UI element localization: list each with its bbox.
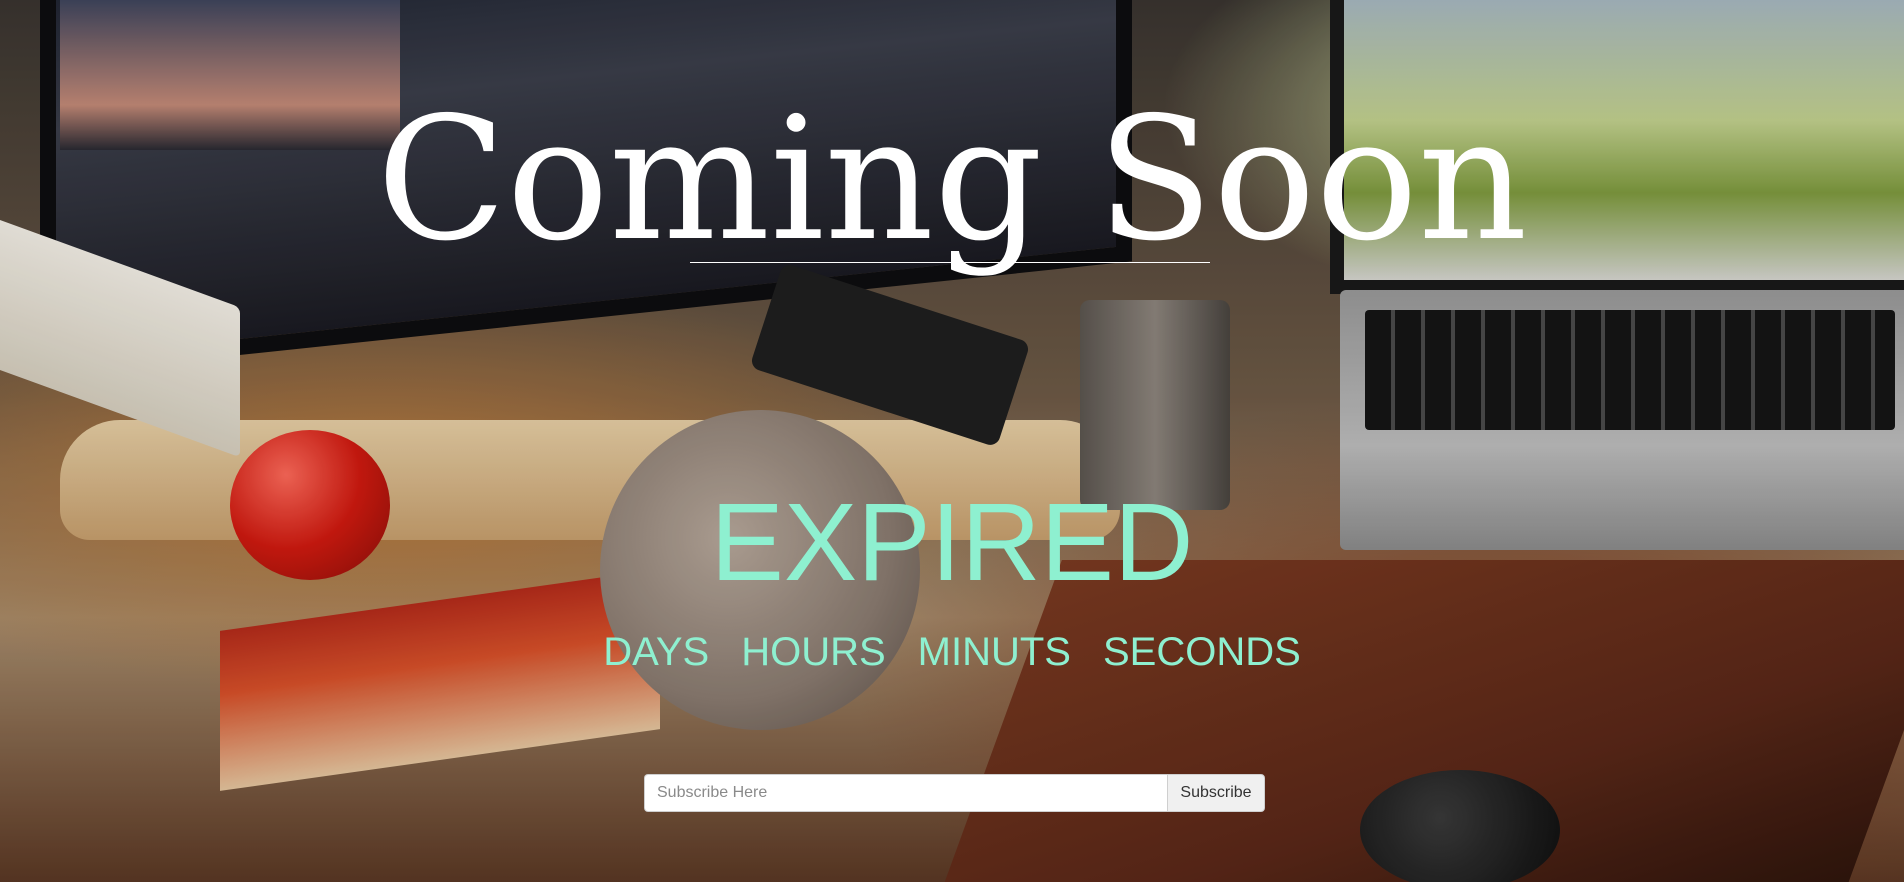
countdown-unit-hours: HOURS bbox=[741, 630, 886, 674]
subscribe-button[interactable]: Subscribe bbox=[1167, 774, 1265, 812]
countdown-units: DAYS HOURS MINUTS SECONDS bbox=[0, 632, 1904, 672]
countdown-unit-minutes: MINUTS bbox=[917, 630, 1071, 674]
countdown-unit-seconds: SECONDS bbox=[1102, 630, 1301, 674]
title-underline bbox=[690, 262, 1210, 263]
subscribe-input[interactable] bbox=[644, 774, 1167, 812]
hero-background: Coming Soon EXPIRED DAYS HOURS MINUTS SE… bbox=[0, 0, 1904, 882]
countdown-status: EXPIRED bbox=[710, 481, 1194, 604]
subscribe-form: Subscribe bbox=[644, 774, 1265, 812]
page-title: Coming Soon bbox=[376, 81, 1528, 279]
countdown-unit-days: DAYS bbox=[603, 630, 710, 674]
